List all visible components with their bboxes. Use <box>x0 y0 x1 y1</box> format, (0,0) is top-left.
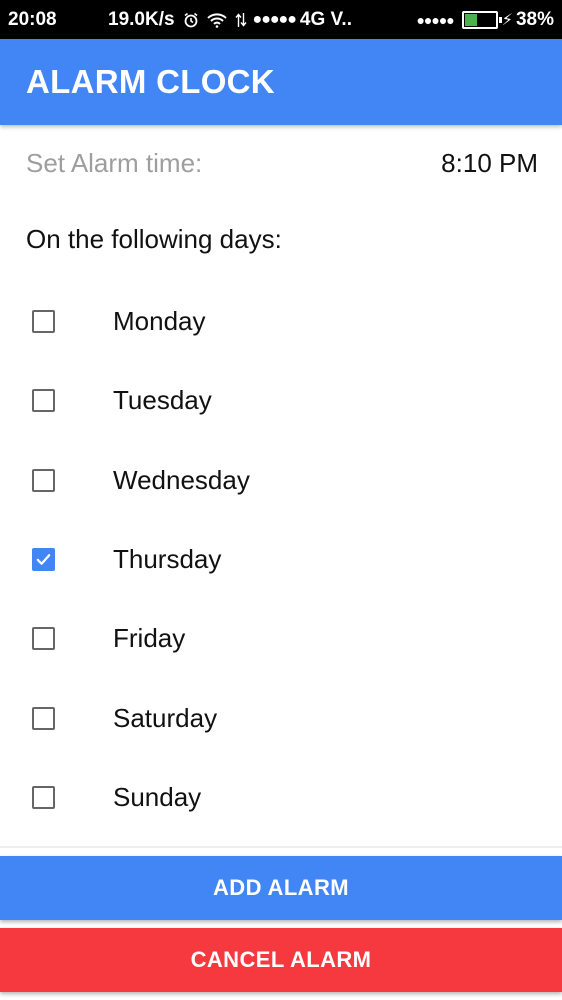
day-label: Friday <box>113 623 186 654</box>
checkmark-icon <box>36 554 51 565</box>
day-row-saturday[interactable]: Saturday <box>0 678 562 757</box>
network-speed: 19.0K/s <box>108 8 175 30</box>
alarm-time-row[interactable]: Set Alarm time: 8:10 PM <box>26 145 538 181</box>
battery-icon <box>461 10 502 29</box>
days-label: On the following days: <box>26 224 282 254</box>
day-row-monday[interactable]: Monday <box>0 282 562 361</box>
day-row-sunday[interactable]: Sunday <box>0 758 562 837</box>
divider <box>0 846 562 848</box>
alarm-time-label: Set Alarm time: <box>26 147 203 178</box>
day-label: Tuesday <box>113 385 212 416</box>
add-alarm-button[interactable]: ADD ALARM <box>0 856 562 920</box>
app-bar: ALARM CLOCK <box>0 39 562 125</box>
day-label: Monday <box>113 306 206 337</box>
cancel-alarm-button[interactable]: CANCEL ALARM <box>0 928 562 992</box>
day-label: Wednesday <box>113 464 250 495</box>
signal-strength-icon: ●●●●● <box>252 10 297 28</box>
wifi-icon <box>206 12 227 28</box>
data-arrows-icon <box>235 12 247 28</box>
day-label: Sunday <box>113 781 202 812</box>
day-label: Saturday <box>113 702 218 733</box>
wednesday-checkbox[interactable] <box>32 468 55 492</box>
charging-bolt-icon: ⚡ <box>501 11 513 29</box>
day-list: Monday Tuesday Wednesday Thursday Friday… <box>0 282 562 837</box>
carrier-label: 4G V.. <box>299 8 352 30</box>
alarm-icon <box>183 12 199 28</box>
day-row-tuesday[interactable]: Tuesday <box>0 361 562 440</box>
day-row-wednesday[interactable]: Wednesday <box>0 441 562 520</box>
day-label: Thursday <box>113 544 222 575</box>
day-row-friday[interactable]: Friday <box>0 599 562 678</box>
tuesday-checkbox[interactable] <box>32 389 55 413</box>
saturday-checkbox[interactable] <box>32 706 55 730</box>
thursday-checkbox[interactable] <box>32 548 55 572</box>
status-bar: 20:08 19.0K/s ●●●●● 4G V.. ●●●●● ⚡ 38% <box>0 0 562 39</box>
day-row-thursday[interactable]: Thursday <box>0 520 562 599</box>
friday-checkbox[interactable] <box>32 627 55 651</box>
app-title: ALARM CLOCK <box>26 63 275 100</box>
battery-percent: 38% <box>515 8 554 30</box>
monday-checkbox[interactable] <box>32 310 55 334</box>
status-time: 20:08 <box>8 8 57 30</box>
alarm-time-value[interactable]: 8:10 PM <box>441 148 538 179</box>
sunday-checkbox[interactable] <box>32 785 55 809</box>
signal-strength-2-icon: ●●●●● <box>416 11 454 28</box>
battery-level <box>464 13 477 26</box>
